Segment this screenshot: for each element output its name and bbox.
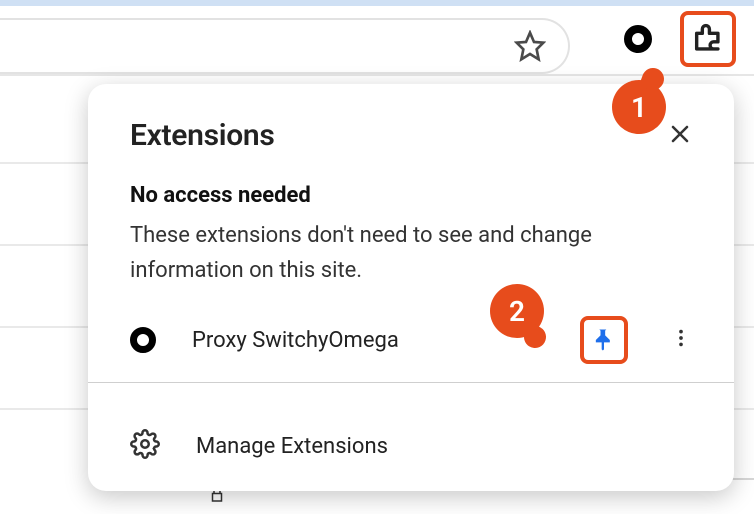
puzzle-icon — [691, 22, 725, 56]
section-title: No access needed — [130, 183, 692, 208]
section-desc: These extensions don't need to see and c… — [130, 218, 692, 288]
browser-toolbar — [0, 4, 754, 76]
annotation-label: 2 — [509, 295, 525, 328]
extension-icon[interactable] — [130, 327, 156, 353]
pin-button[interactable] — [580, 316, 628, 364]
profile-icon[interactable] — [616, 17, 660, 61]
popup-title: Extensions — [130, 118, 274, 153]
annotation-badge-2: 2 — [490, 284, 544, 338]
divider — [88, 382, 734, 383]
close-button[interactable] — [668, 122, 692, 150]
popup-footer[interactable]: Manage Extensions — [88, 409, 734, 491]
extensions-button[interactable] — [680, 11, 736, 67]
extension-list: Proxy SwitchyOmega — [130, 308, 692, 372]
extension-row: Proxy SwitchyOmega — [130, 308, 692, 372]
circle-icon — [624, 25, 652, 53]
more-button[interactable] — [670, 327, 692, 353]
annotation-label: 1 — [631, 91, 647, 124]
popup-header: Extensions — [130, 118, 692, 153]
manage-extensions-label: Manage Extensions — [196, 434, 388, 459]
gear-icon — [130, 429, 160, 463]
bookmark-star-icon[interactable] — [514, 30, 546, 62]
omnibox[interactable] — [0, 18, 570, 74]
extensions-popup: Extensions No access needed These extens… — [88, 84, 734, 491]
annotation-badge-1: 1 — [612, 80, 666, 134]
